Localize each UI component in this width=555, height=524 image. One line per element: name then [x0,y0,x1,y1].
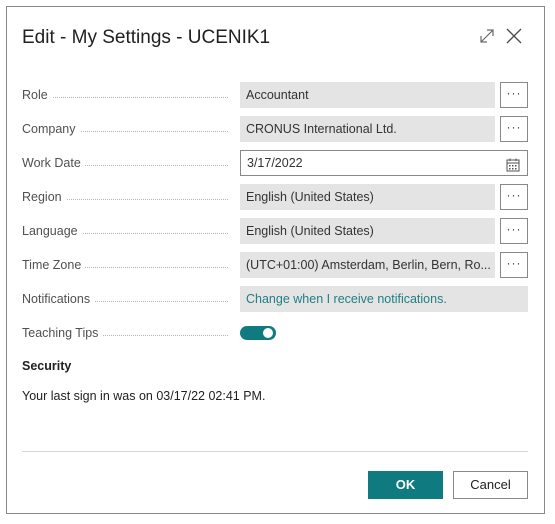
time-zone-field[interactable]: (UTC+01:00) Amsterdam, Berlin, Bern, Ro.… [240,252,495,278]
role-label: Role [22,82,234,108]
teaching-tips-toggle[interactable] [240,326,276,340]
company-label: Company [22,116,234,142]
settings-dialog: Edit - My Settings - UCENIK1 Role Accoun… [6,6,545,514]
calendar-icon[interactable] [506,156,520,175]
region-row: Region English (United States) ··· [22,184,528,210]
work-date-input[interactable]: 3/17/2022 [240,150,528,176]
work-date-label: Work Date [22,150,234,176]
toggle-knob [263,328,273,338]
role-lookup-button[interactable]: ··· [500,82,528,108]
language-row: Language English (United States) ··· [22,218,528,244]
notifications-row: Notifications Change when I receive noti… [22,286,528,312]
region-label: Region [22,184,234,210]
footer-divider [22,451,528,452]
work-date-row: Work Date 3/17/2022 [22,150,528,176]
company-row: Company CRONUS International Ltd. ··· [22,116,528,142]
role-field[interactable]: Accountant [240,82,495,108]
expand-icon[interactable] [476,25,498,47]
time-zone-row: Time Zone (UTC+01:00) Amsterdam, Berlin,… [22,252,528,278]
time-zone-label: Time Zone [22,252,234,278]
cancel-button[interactable]: Cancel [453,471,528,499]
language-lookup-button[interactable]: ··· [500,218,528,244]
notifications-label: Notifications [22,286,234,312]
company-lookup-button[interactable]: ··· [500,116,528,142]
work-date-value: 3/17/2022 [247,156,303,170]
close-icon[interactable] [503,25,525,47]
region-lookup-button[interactable]: ··· [500,184,528,210]
security-heading: Security [22,359,72,373]
language-field[interactable]: English (United States) [240,218,495,244]
time-zone-lookup-button[interactable]: ··· [500,252,528,278]
dialog-title: Edit - My Settings - UCENIK1 [22,27,271,48]
notifications-link[interactable]: Change when I receive notifications. [240,286,528,312]
region-field[interactable]: English (United States) [240,184,495,210]
ok-button[interactable]: OK [368,471,443,499]
last-sign-in-text: Your last sign in was on 03/17/22 02:41 … [22,389,266,403]
role-row: Role Accountant ··· [22,82,528,108]
company-field[interactable]: CRONUS International Ltd. [240,116,495,142]
teaching-tips-row: Teaching Tips [22,320,528,346]
teaching-tips-label: Teaching Tips [22,320,234,346]
language-label: Language [22,218,234,244]
